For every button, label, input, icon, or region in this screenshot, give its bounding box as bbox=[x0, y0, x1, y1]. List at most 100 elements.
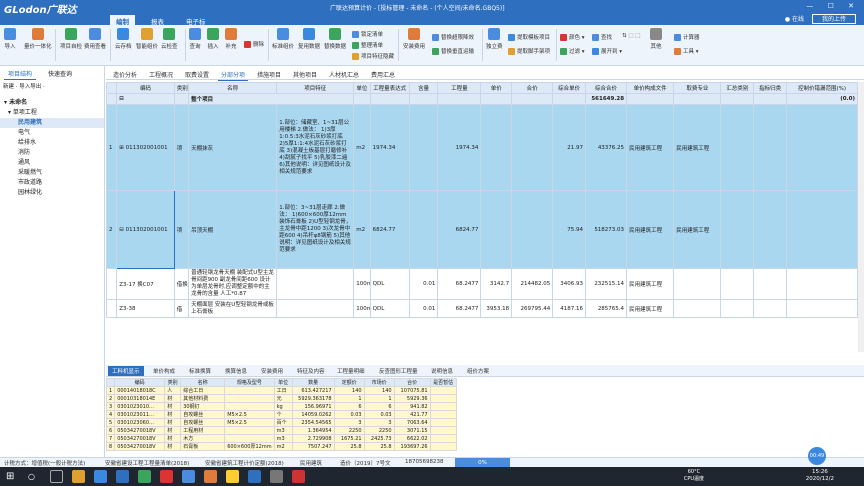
task-view-icon[interactable] bbox=[50, 470, 63, 483]
table-cell bbox=[429, 434, 457, 443]
tab-standard-convert[interactable]: 标准换算 bbox=[186, 367, 214, 375]
app-icon[interactable] bbox=[270, 470, 283, 483]
color-button[interactable]: 颜色 ▾ bbox=[560, 33, 585, 41]
tab-price-composition[interactable]: 单价构成 bbox=[150, 367, 178, 375]
grid-scrollbar[interactable] bbox=[858, 82, 864, 352]
tree-landscape[interactable]: 园林绿化 bbox=[0, 188, 104, 198]
search-icon[interactable]: ○ bbox=[28, 470, 41, 483]
table-row[interactable]: 8 05034270018V 材石膏板 600×600厚12mm m2 7507.247 2… bbox=[106, 442, 457, 451]
app-icon[interactable] bbox=[160, 470, 173, 483]
tab-project-overview[interactable]: 工程概况 bbox=[146, 69, 176, 80]
quantity-price-button[interactable]: 量价一体化 bbox=[24, 28, 52, 50]
tab-project-structure[interactable]: 项目结构 bbox=[4, 68, 37, 80]
tab-description[interactable]: 说明信息 bbox=[428, 367, 456, 375]
app-icon[interactable] bbox=[94, 470, 107, 483]
tab-quantity-detail[interactable]: 工程量明细 bbox=[334, 367, 368, 375]
smart-price-button[interactable]: 智能组价 bbox=[136, 28, 158, 50]
app-icon[interactable] bbox=[116, 470, 129, 483]
app-icon[interactable] bbox=[226, 470, 239, 483]
query-button[interactable]: 查询 bbox=[189, 28, 201, 50]
tree-plumbing[interactable]: 给排水 bbox=[0, 138, 104, 148]
tab-install-fee[interactable]: 安装费用 bbox=[258, 367, 286, 375]
calculator-button[interactable]: 计算器 bbox=[674, 33, 700, 41]
table-row[interactable]: 2 00010318014E 材其他材料费元 5929.363178 1 1 5929.36 bbox=[106, 394, 457, 403]
tab-measures[interactable]: 措施项目 bbox=[254, 69, 284, 80]
summary-row[interactable]: ⊟ 整个项目 561649.28 (0.0) bbox=[106, 93, 858, 105]
view-icons[interactable]: ⇅ ⬚ ⬚ bbox=[622, 33, 641, 39]
tab-quick-query[interactable]: 快速查询 bbox=[44, 68, 76, 79]
hide-feature-button[interactable]: 项目特征隐藏 bbox=[352, 52, 394, 60]
app-icon[interactable] bbox=[204, 470, 217, 483]
filter-button[interactable]: 过滤 ▾ bbox=[560, 47, 585, 55]
online-button[interactable]: ● 在线 bbox=[785, 14, 804, 23]
extract-template-button[interactable]: 提取模板项目 bbox=[508, 33, 550, 41]
install-fee-button[interactable]: 安装费用 bbox=[403, 28, 425, 50]
insert-button[interactable]: 插入 bbox=[207, 28, 219, 50]
app-icon[interactable] bbox=[138, 470, 151, 483]
other-button[interactable]: 其他 bbox=[650, 28, 662, 50]
self-check-button[interactable]: 项目自检 bbox=[60, 28, 82, 50]
table-row[interactable]: 7 05034270018V 材木方 m3 2.729908 1675.21 2425.73… bbox=[106, 434, 457, 443]
tree-civil-building[interactable]: 民用建筑 bbox=[0, 118, 104, 128]
independent-fee-button[interactable]: 独立费 bbox=[486, 28, 503, 50]
cloud-upload-button[interactable]: 我的上传 bbox=[812, 14, 856, 24]
tree-root[interactable]: ▾ 未命名 bbox=[0, 98, 104, 108]
system-clock[interactable]: 15:26 2020/12/2 bbox=[806, 469, 834, 483]
table-row[interactable]: 1 00014018018C 人综合工日 工日 613.427217 140 140 1070… bbox=[106, 386, 457, 395]
tab-labor-material[interactable]: 人材机汇总 bbox=[326, 69, 362, 80]
tab-price-plan[interactable]: 组价方案 bbox=[464, 367, 492, 375]
start-icon[interactable]: ⊞ bbox=[6, 470, 19, 483]
recording-timer-badge[interactable]: 00:49 bbox=[808, 447, 826, 465]
extract-scaffold-button[interactable]: 提取脚手架项 bbox=[508, 47, 550, 55]
table-row[interactable]: Z3-38 借 天棚面层 安装在U型轻钢龙骨或板上石膏板 100m2 QDL 0… bbox=[106, 299, 858, 318]
cloud-check-button[interactable]: 云检查 bbox=[161, 28, 178, 50]
tab-feature-content[interactable]: 特征及内容 bbox=[294, 367, 328, 375]
tab-reverse-check[interactable]: 反查图形工程量 bbox=[376, 367, 421, 375]
replace-vertical-button[interactable]: 替换垂直运输 bbox=[432, 47, 474, 55]
app-icon[interactable] bbox=[182, 470, 195, 483]
glodon-app-icon[interactable] bbox=[248, 470, 261, 483]
tree-ventilation[interactable]: 通风 bbox=[0, 158, 104, 168]
reuse-data-button[interactable]: 复用数据 bbox=[298, 28, 320, 50]
tree-road[interactable]: 市政道路 bbox=[0, 178, 104, 188]
table-row[interactable]: 3 0301023010… 材 30钢钉 kg 156.96971 6 6 941.82 bbox=[106, 402, 457, 411]
import-button[interactable]: 导入 bbox=[4, 28, 16, 50]
organize-list-button[interactable]: 整理清单 bbox=[352, 41, 383, 49]
table-row[interactable]: 6 05034270018V 材工程用材 m3 1.364954 2250 2250 3071… bbox=[106, 426, 457, 435]
table-row[interactable]: 1 ⊞ 011302001001 项 天棚抹灰 1.部位：储藏室、1~31层公用… bbox=[106, 104, 858, 191]
window-controls[interactable]: — ☐ ✕ bbox=[806, 2, 860, 10]
standard-price-button[interactable]: 标准组价 bbox=[272, 28, 294, 50]
tools-button[interactable]: 工具 ▾ bbox=[674, 47, 699, 55]
app-icon[interactable] bbox=[292, 470, 305, 483]
tree-fire[interactable]: 消防 bbox=[0, 148, 104, 158]
tab-convert-info[interactable]: 换算信息 bbox=[222, 367, 250, 375]
tab-fee-summary[interactable]: 费用汇总 bbox=[368, 69, 398, 80]
lock-list-button[interactable]: 锁定清单 bbox=[352, 30, 383, 38]
expand-to-button[interactable]: 展开到 ▾ bbox=[592, 47, 622, 55]
tree-toolbar[interactable]: 新建 · 导入导出 · bbox=[3, 82, 45, 90]
tree-heating[interactable]: 采暖燃气 bbox=[0, 168, 104, 178]
tab-items[interactable]: 分部分项 bbox=[218, 69, 249, 81]
table-row[interactable]: 5 0301023060… 材自攻螺丝 M5×2.5 百个 2354.54565 3 3 706… bbox=[106, 418, 457, 427]
table-row[interactable]: 4 0301023011… 材自攻螺丝 M5×2.5 个 14059.0262 0.03 0.… bbox=[106, 410, 457, 419]
table-row[interactable]: 2 ⊟ 011302001001 项 吊顶天棚 1.部位：3~31层走廊 2.做… bbox=[106, 190, 858, 269]
folder-icon[interactable] bbox=[72, 470, 85, 483]
cloud-save-button[interactable]: 云存档 bbox=[115, 28, 132, 50]
delete-button[interactable]: 删除 bbox=[244, 40, 264, 48]
replace-data-button[interactable]: 替换数据 bbox=[324, 28, 346, 50]
table-cell: 2 bbox=[106, 394, 116, 403]
row-expr: 1974.34 bbox=[369, 104, 410, 191]
table-row[interactable]: Z3-17 换C07 借换 普通轻钢龙骨天棚 装配式U型主龙骨间距900 副龙骨… bbox=[106, 268, 858, 300]
replace-overlimit-button[interactable]: 替换超限降效 bbox=[432, 33, 474, 41]
tab-labor-display[interactable]: 工料机显示 bbox=[108, 366, 144, 376]
supplement-button[interactable]: 补充 bbox=[225, 28, 237, 50]
tab-fee-setting[interactable]: 取费设置 bbox=[182, 69, 212, 80]
tree-electrical[interactable]: 电气 bbox=[0, 128, 104, 138]
tree-single-project[interactable]: ▾ 单项工程 bbox=[0, 108, 104, 118]
row-comp-price: 3406.93 bbox=[552, 268, 587, 300]
tab-cost-analysis[interactable]: 造价分析 bbox=[110, 69, 140, 80]
search-find-button[interactable]: 查找 bbox=[592, 33, 612, 41]
fee-view-button[interactable]: 费用查看 bbox=[84, 28, 106, 50]
tab-other-items[interactable]: 其他项目 bbox=[290, 69, 320, 80]
table-cell: 材 bbox=[164, 418, 182, 427]
